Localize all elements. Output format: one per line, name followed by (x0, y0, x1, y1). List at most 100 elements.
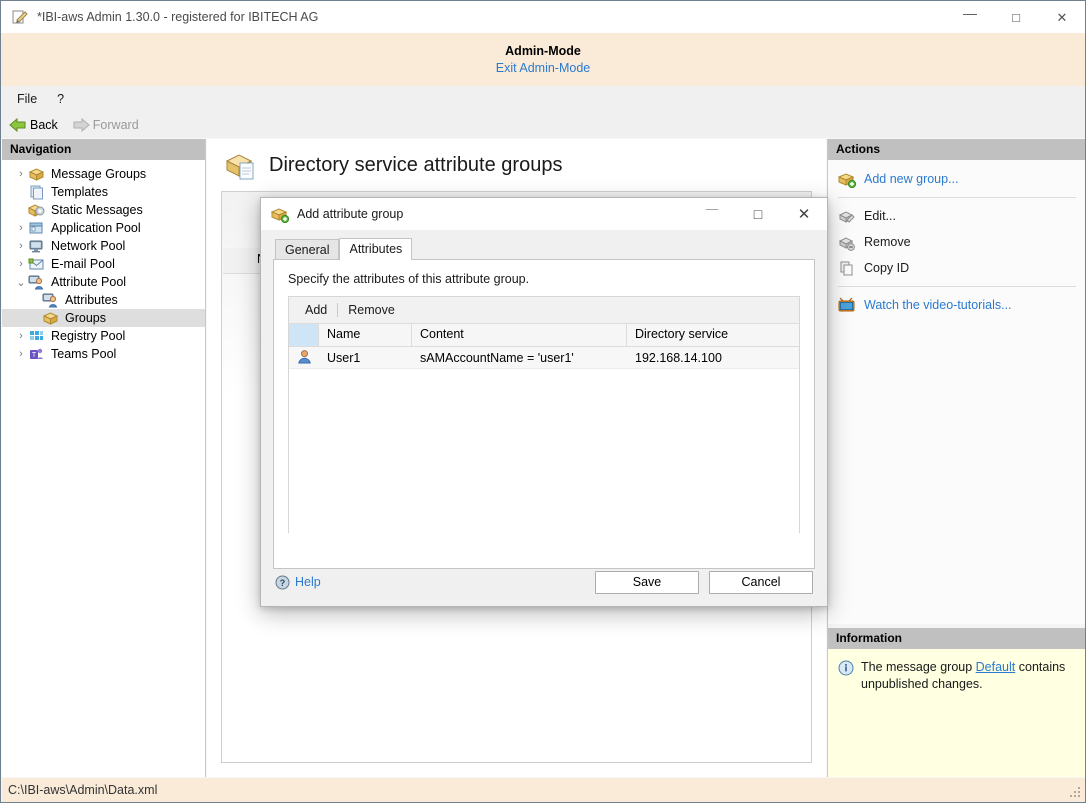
grid-header-directory-service[interactable]: Directory service (627, 324, 799, 346)
sidebar-item-teams-pool[interactable]: › T Teams Pool (2, 345, 205, 363)
dialog-tabs: General Attributes (275, 238, 815, 260)
save-button[interactable]: Save (595, 571, 699, 594)
action-remove[interactable]: Remove (828, 229, 1086, 255)
window-controls: — □ ✕ (947, 1, 1085, 33)
minimize-button[interactable]: — (947, 1, 993, 33)
actions-pane-header: Actions (828, 139, 1086, 160)
cancel-button[interactable]: Cancel (709, 571, 813, 594)
sidebar-item-label: E-mail Pool (51, 257, 115, 271)
grid-body: User1 sAMAccountName = 'user1' 192.168.1… (289, 347, 799, 533)
edit-icon (838, 208, 856, 225)
action-copy-id[interactable]: Copy ID (828, 255, 1086, 281)
table-row[interactable]: User1 sAMAccountName = 'user1' 192.168.1… (289, 347, 799, 369)
tab-attributes[interactable]: Attributes (339, 238, 412, 260)
help-link[interactable]: ? Help (275, 575, 321, 590)
minimize-icon: — (963, 6, 977, 20)
package-icon (28, 166, 45, 182)
chevron-right-icon[interactable]: › (14, 240, 28, 252)
dialog-maximize-button[interactable]: □ (735, 198, 781, 230)
info-text-before: The message group (861, 660, 976, 674)
sidebar-item-message-groups[interactable]: › Message Groups (2, 165, 205, 183)
info-link-default[interactable]: Default (976, 660, 1016, 674)
chevron-right-icon[interactable]: › (14, 258, 28, 270)
chevron-right-icon[interactable]: › (14, 222, 28, 234)
information-pane-header: Information (828, 628, 1086, 649)
sidebar-item-label: Registry Pool (51, 329, 125, 343)
exit-admin-mode-link[interactable]: Exit Admin-Mode (496, 61, 590, 75)
maximize-button[interactable]: □ (993, 1, 1039, 33)
sidebar-item-label: Groups (65, 311, 106, 325)
window-titlebar: *IBI-aws Admin 1.30.0 - registered for I… (1, 1, 1085, 33)
attribute-icon (42, 292, 59, 308)
add-package-icon (271, 206, 289, 223)
teams-icon: T (28, 346, 45, 362)
sidebar-item-email-pool[interactable]: › E-mail Pool (2, 255, 205, 273)
grid-header-content[interactable]: Content (412, 324, 627, 346)
sidebar-item-static-messages[interactable]: Static Messages (2, 201, 205, 219)
help-label: Help (295, 575, 321, 589)
action-watch-video-tutorials[interactable]: Watch the video-tutorials... (828, 292, 1086, 318)
sidebar-item-label: Static Messages (51, 203, 143, 217)
navigation-tree: › Message Groups Templates Static Messag… (2, 160, 205, 363)
sidebar-item-label: Attribute Pool (51, 275, 126, 289)
action-label: Add new group... (864, 172, 959, 186)
grid-header-select[interactable] (289, 324, 319, 346)
minimize-icon: — (706, 202, 719, 216)
sidebar-item-label: Network Pool (51, 239, 125, 253)
chevron-right-icon[interactable]: › (14, 348, 28, 360)
resize-grip-icon[interactable] (1068, 785, 1082, 799)
page-title: Directory service attribute groups (269, 154, 562, 177)
dialog-minimize-button[interactable]: — (689, 198, 735, 230)
action-label: Watch the video-tutorials... (864, 298, 1012, 312)
menu-bar: File ? (1, 86, 1085, 112)
application-window: *IBI-aws Admin 1.30.0 - registered for I… (0, 0, 1086, 803)
remove-attribute-button[interactable]: Remove (342, 303, 401, 317)
tv-icon (838, 297, 856, 314)
chevron-down-icon[interactable]: ⌄ (14, 276, 28, 289)
actions-list: Add new group... Edit... Remove Copy (828, 160, 1086, 318)
grid-header-name[interactable]: Name (319, 324, 412, 346)
close-button[interactable]: ✕ (1039, 1, 1085, 33)
network-icon (28, 238, 45, 254)
action-add-new-group[interactable]: Add new group... (828, 166, 1086, 192)
add-attribute-button[interactable]: Add (299, 303, 333, 317)
sidebar-item-attributes[interactable]: Attributes (2, 291, 205, 309)
application-icon (28, 220, 45, 236)
information-text: The message group Default contains unpub… (861, 659, 1074, 693)
action-label: Edit... (864, 209, 896, 223)
action-edit[interactable]: Edit... (828, 203, 1086, 229)
action-label: Copy ID (864, 261, 909, 275)
back-button[interactable]: Back (9, 118, 58, 132)
sidebar-item-registry-pool[interactable]: › Registry Pool (2, 327, 205, 345)
attribute-icon (28, 274, 45, 290)
actions-separator (838, 197, 1076, 198)
tab-hint-text: Specify the attributes of this attribute… (288, 272, 800, 286)
actions-separator (838, 286, 1076, 287)
email-icon (28, 256, 45, 272)
sidebar-item-label: Attributes (65, 293, 118, 307)
sidebar-item-groups[interactable]: Groups (2, 309, 205, 327)
forward-button: Forward (72, 118, 139, 132)
dialog-titlebar: Add attribute group — □ ✕ (261, 198, 827, 230)
window-title: *IBI-aws Admin 1.30.0 - registered for I… (37, 10, 318, 24)
grid-header-row: Name Content Directory service (289, 324, 799, 347)
dialog-close-button[interactable]: ✕ (781, 198, 827, 230)
tab-general[interactable]: General (275, 239, 339, 260)
information-body: The message group Default contains unpub… (828, 649, 1086, 693)
sidebar-item-network-pool[interactable]: › Network Pool (2, 237, 205, 255)
menu-item-help[interactable]: ? (47, 89, 74, 109)
chevron-right-icon[interactable]: › (14, 330, 28, 342)
maximize-icon: □ (1012, 11, 1020, 24)
menu-item-file[interactable]: File (7, 89, 47, 109)
sidebar-item-attribute-pool[interactable]: ⌄ Attribute Pool (2, 273, 205, 291)
sidebar-item-label: Message Groups (51, 167, 146, 181)
row-name: User1 (319, 351, 412, 365)
templates-icon (28, 184, 45, 200)
row-directory-service: 192.168.14.100 (627, 351, 799, 365)
sidebar-item-templates[interactable]: Templates (2, 183, 205, 201)
sidebar-item-application-pool[interactable]: › Application Pool (2, 219, 205, 237)
tab-panel-attributes: Specify the attributes of this attribute… (273, 259, 815, 569)
admin-mode-banner: Admin-Mode Exit Admin-Mode (1, 33, 1085, 86)
chevron-right-icon[interactable]: › (14, 168, 28, 180)
status-bar: C:\IBI-aws\Admin\Data.xml (2, 778, 1086, 802)
